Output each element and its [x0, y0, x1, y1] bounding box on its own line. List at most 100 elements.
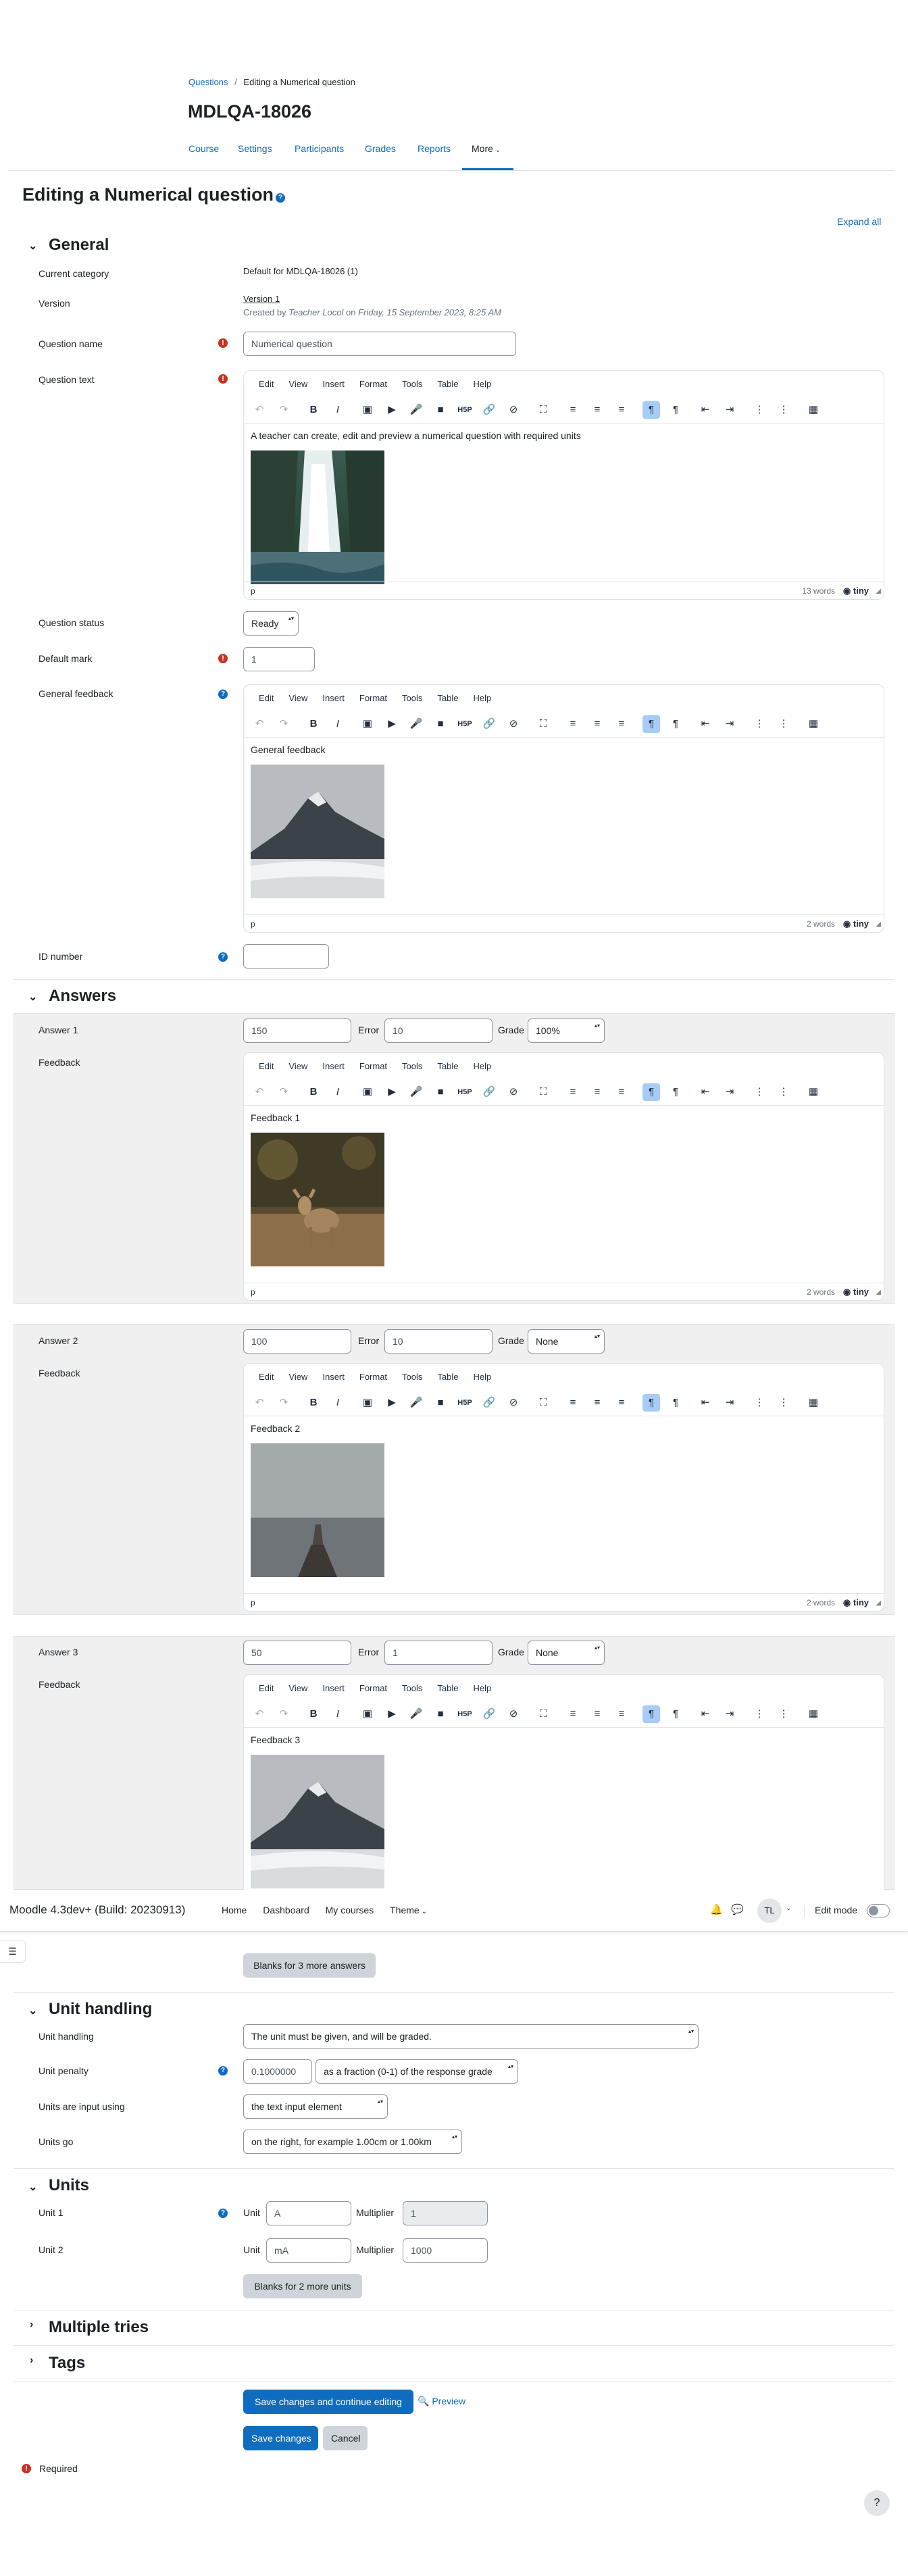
menu-view[interactable]: View	[288, 693, 307, 703]
align-center-icon[interactable]: ≡	[588, 1083, 606, 1101]
menu-format[interactable]: Format	[359, 693, 387, 703]
unlink-icon[interactable]: ⊘	[505, 1394, 522, 1412]
indent-icon[interactable]: ⇥	[721, 401, 738, 419]
outdent-icon[interactable]: ⇤	[697, 1394, 714, 1412]
tiny-logo[interactable]: ◉ tiny	[843, 919, 869, 929]
section-multiple-tries-heading[interactable]: Multiple tries	[49, 2318, 149, 2337]
unit-penalty-input[interactable]: 0.1000000	[243, 2059, 312, 2084]
h5p-icon[interactable]: H5P	[456, 715, 474, 733]
link-icon[interactable]: 🔗	[480, 401, 498, 419]
tab-grades[interactable]: Grades	[365, 143, 396, 154]
tab-participants[interactable]: Participants	[295, 143, 344, 154]
question-name-input[interactable]: Numerical question	[243, 332, 516, 356]
help-icon[interactable]: ?	[218, 2209, 228, 2218]
bullet-list-icon[interactable]: ⋮	[751, 1394, 768, 1412]
rtl-icon[interactable]: ¶	[667, 401, 684, 419]
link-icon[interactable]: 🔗	[480, 1394, 498, 1412]
align-right-icon[interactable]: ≡	[613, 1705, 630, 1723]
undo-icon[interactable]: ↶	[251, 1083, 268, 1101]
menu-tools[interactable]: Tools	[402, 693, 422, 703]
menu-view[interactable]: View	[288, 379, 307, 389]
indent-icon[interactable]: ⇥	[721, 1394, 738, 1412]
menu-format[interactable]: Format	[359, 1683, 387, 1693]
edit-mode-toggle[interactable]	[867, 1904, 890, 1917]
unlink-icon[interactable]: ⊘	[505, 1083, 522, 1101]
fullscreen-icon[interactable]: ⛶	[534, 1394, 552, 1412]
drawer-toggle-button[interactable]: ☰	[0, 1940, 26, 1963]
menu-view[interactable]: View	[288, 1683, 307, 1693]
unit-penalty-mode-select[interactable]: as a fraction (0-1) of the response grad…	[316, 2059, 518, 2084]
outdent-icon[interactable]: ⇤	[697, 1083, 714, 1101]
undo-icon[interactable]: ↶	[251, 715, 268, 733]
answer-feedback-editor[interactable]: Edit View Insert Format Tools Table Help ↶ ↷ BI…	[243, 1674, 884, 1890]
bold-icon[interactable]: B	[305, 715, 322, 733]
microphone-icon[interactable]: 🎤	[407, 1394, 425, 1412]
unlink-icon[interactable]: ⊘	[505, 401, 522, 419]
unit-input[interactable]: mA	[266, 2238, 351, 2263]
bullet-list-icon[interactable]: ⋮	[751, 715, 768, 733]
section-general-heading[interactable]: General	[49, 236, 109, 255]
unit-handling-select[interactable]: The unit must be given, and will be grad…	[243, 2024, 699, 2049]
align-left-icon[interactable]: ≡	[564, 401, 582, 419]
calculator-icon[interactable]: ▦	[805, 1083, 822, 1101]
calculator-icon[interactable]: ▦	[805, 1394, 822, 1412]
fullscreen-icon[interactable]: ⛶	[534, 1083, 552, 1101]
tiny-logo[interactable]: ◉ tiny	[843, 1597, 869, 1608]
expand-all-link[interactable]: Expand all	[837, 216, 881, 227]
tiny-logo[interactable]: ◉ tiny	[843, 586, 869, 596]
media-icon[interactable]: ▶	[383, 1705, 401, 1723]
media-icon[interactable]: ▶	[383, 1394, 401, 1412]
save-continue-button[interactable]: Save changes and continue editing	[243, 2390, 413, 2414]
menu-help[interactable]: Help	[473, 1372, 491, 1382]
help-icon[interactable]: ?	[276, 193, 286, 203]
error-input[interactable]: 10	[384, 1329, 493, 1354]
indent-icon[interactable]: ⇥	[721, 1083, 738, 1101]
fullscreen-icon[interactable]: ⛶	[534, 401, 552, 419]
bold-icon[interactable]: B	[305, 1394, 322, 1412]
cancel-button[interactable]: Cancel	[323, 2426, 368, 2450]
bold-icon[interactable]: B	[305, 401, 322, 419]
menu-table[interactable]: Table	[437, 1372, 458, 1382]
numbered-list-icon[interactable]: ⋮	[775, 401, 792, 419]
nav-dashboard[interactable]: Dashboard	[263, 1905, 309, 1915]
resize-handle-icon[interactable]: ◢	[876, 588, 881, 595]
chevron-down-icon[interactable]: ⌄	[786, 1905, 791, 1912]
chevron-down-icon[interactable]: ⌄	[28, 239, 37, 253]
help-button[interactable]: ?	[864, 2490, 890, 2516]
link-icon[interactable]: 🔗	[480, 1083, 498, 1101]
rtl-icon[interactable]: ¶	[667, 1394, 684, 1412]
chevron-down-icon[interactable]: ⌄	[28, 990, 37, 1004]
editor-content[interactable]: Feedback 3	[244, 1728, 884, 1890]
calculator-icon[interactable]: ▦	[805, 1705, 822, 1723]
units-input-select[interactable]: the text input element	[243, 2094, 388, 2119]
microphone-icon[interactable]: 🎤	[407, 1083, 425, 1101]
general-feedback-editor[interactable]: Edit View Insert Format Tools Table Help ↶ ↷ BI…	[243, 684, 884, 933]
unlink-icon[interactable]: ⊘	[505, 1705, 522, 1723]
nav-home[interactable]: Home	[222, 1905, 247, 1915]
italic-icon[interactable]: I	[329, 401, 347, 419]
image-icon[interactable]: ▣	[359, 401, 376, 419]
align-center-icon[interactable]: ≡	[588, 1705, 606, 1723]
menu-table[interactable]: Table	[437, 1683, 458, 1693]
align-left-icon[interactable]: ≡	[564, 1083, 582, 1101]
units-go-select[interactable]: on the right, for example 1.00cm or 1.00…	[243, 2130, 462, 2154]
blanks-more-units-button[interactable]: Blanks for 2 more units	[243, 2274, 362, 2298]
redo-icon[interactable]: ↷	[275, 715, 293, 733]
media-icon[interactable]: ▶	[383, 1083, 401, 1101]
menu-format[interactable]: Format	[359, 379, 387, 389]
media-icon[interactable]: ▶	[383, 401, 401, 419]
italic-icon[interactable]: I	[329, 1083, 347, 1101]
menu-format[interactable]: Format	[359, 1061, 387, 1071]
bullet-list-icon[interactable]: ⋮	[751, 401, 768, 419]
bell-icon[interactable]: 🔔	[710, 1903, 723, 1915]
default-mark-input[interactable]: 1	[243, 647, 315, 671]
image-icon[interactable]: ▣	[359, 1705, 376, 1723]
bullet-list-icon[interactable]: ⋮	[751, 1083, 768, 1101]
numbered-list-icon[interactable]: ⋮	[775, 1705, 792, 1723]
error-input[interactable]: 10	[384, 1019, 493, 1043]
calculator-icon[interactable]: ▦	[805, 715, 822, 733]
menu-tools[interactable]: Tools	[402, 1061, 422, 1071]
outdent-icon[interactable]: ⇤	[697, 1705, 714, 1723]
unit-input[interactable]: A	[266, 2201, 351, 2225]
help-icon[interactable]: ?	[218, 2066, 228, 2076]
